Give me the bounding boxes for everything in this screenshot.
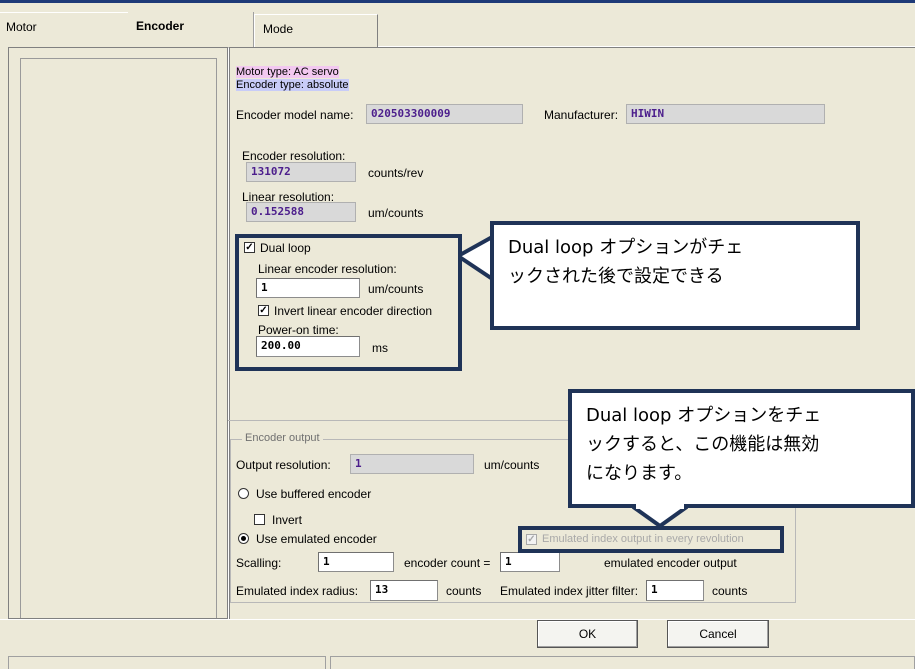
output-resolution-field: 1: [350, 454, 474, 474]
jitter-filter-input[interactable]: 1: [646, 580, 704, 601]
use-emulated-encoder-radio[interactable]: [238, 533, 249, 544]
linear-resolution-field: 0.152588: [246, 202, 356, 222]
index-radius-input[interactable]: 13: [370, 580, 438, 601]
dual-loop-label: Dual loop: [260, 241, 311, 255]
invert-output-label: Invert: [272, 513, 303, 527]
callout1-line1: Dual loop オプションがチェ: [508, 237, 744, 258]
invert-linear-encoder-label: Invert linear encoder direction: [274, 304, 433, 318]
callout2-pointer: [632, 504, 688, 528]
status-bar-left: [8, 656, 326, 669]
jitter-filter-unit: counts: [712, 584, 748, 598]
cancel-button[interactable]: Cancel: [667, 620, 769, 648]
invert-output-checkbox[interactable]: [254, 514, 265, 525]
encoder-count-label: encoder count =: [404, 556, 491, 570]
linear-encoder-resolution-input[interactable]: 1: [256, 278, 360, 298]
manufacturer-label: Manufacturer:: [544, 108, 619, 122]
index-radius-label: Emulated index radius:: [236, 584, 359, 598]
invert-linear-encoder-checkbox[interactable]: ✓: [258, 305, 269, 316]
encoder-resolution-field: 131072: [246, 162, 356, 182]
encoder-resolution-unit: counts/rev: [368, 166, 424, 180]
use-buffered-encoder-label: Use buffered encoder: [256, 487, 372, 501]
linear-encoder-resolution-label: Linear encoder resolution:: [258, 262, 397, 276]
encoder-model-label: Encoder model name:: [236, 108, 354, 122]
callout2-line1: Dual loop オプションをチェ: [586, 405, 822, 426]
window-top-border: [0, 0, 915, 3]
ok-button[interactable]: OK: [537, 620, 638, 648]
scaling-label: Scalling:: [236, 556, 282, 570]
tab-motor[interactable]: Motor: [0, 12, 128, 45]
encoder-output-title: Encoder output: [242, 432, 323, 444]
power-on-time-label: Power-on time:: [258, 323, 339, 337]
emulated-encoder-output-label: emulated encoder output: [604, 556, 737, 570]
manufacturer-field: HIWIN: [626, 104, 825, 124]
dialog-button-bar: [0, 619, 915, 656]
use-emulated-encoder-label: Use emulated encoder: [256, 532, 377, 546]
status-bar-right: [330, 656, 915, 669]
use-buffered-encoder-radio[interactable]: [238, 488, 249, 499]
tab-encoder[interactable]: Encoder: [128, 12, 254, 47]
linear-encoder-resolution-unit: um/counts: [368, 282, 424, 296]
scaling-input[interactable]: 1: [318, 552, 394, 572]
linear-resolution-unit: um/counts: [368, 206, 424, 220]
tab-bar: Motor Encoder Mode: [0, 0, 915, 47]
jitter-filter-label: Emulated index jitter filter:: [500, 584, 639, 598]
emulated-index-checkbox[interactable]: ✓: [526, 534, 537, 545]
encoder-model-field: 020503300009: [366, 104, 523, 124]
motor-type-label: Motor type: AC servo: [236, 66, 339, 78]
callout-dual-loop-disables: Dual loop オプションをチェ ックすると、この機能は無効 になります。: [568, 389, 915, 508]
callout-dual-loop-settable: Dual loop オプションがチェ ックされた後で設定できる: [490, 221, 860, 330]
dual-loop-checkbox[interactable]: ✓: [244, 242, 255, 253]
index-radius-unit: counts: [446, 584, 482, 598]
callout1-line2: ックされた後で設定できる: [508, 266, 724, 287]
output-resolution-label: Output resolution:: [236, 458, 331, 472]
callout2-line2: ックすると、この機能は無効: [586, 434, 820, 455]
power-on-time-input[interactable]: 200.00: [256, 336, 360, 357]
left-panel: [8, 47, 228, 619]
callout2-line3: になります。: [586, 463, 693, 484]
encoder-type-label: Encoder type: absolute: [236, 79, 349, 91]
encoder-count-input[interactable]: 1: [500, 552, 560, 572]
emulated-index-label: Emulated index output in every revolutio…: [542, 533, 744, 545]
left-panel-inner: [20, 58, 217, 618]
encoder-resolution-label: Encoder resolution:: [242, 149, 346, 163]
power-on-time-unit: ms: [372, 341, 388, 355]
tab-mode[interactable]: Mode: [254, 14, 378, 47]
output-resolution-unit: um/counts: [484, 458, 540, 472]
